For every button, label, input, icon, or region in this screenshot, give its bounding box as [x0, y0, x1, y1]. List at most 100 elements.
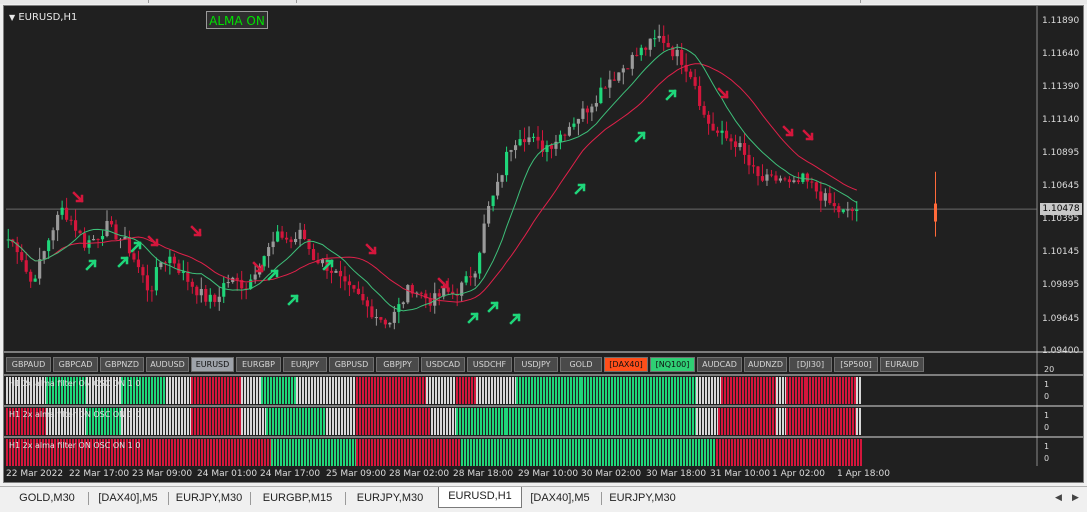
chart-tab[interactable]: GOLD,M30 — [8, 489, 86, 507]
symbol-button-nq100[interactable]: [NQ100] — [650, 357, 695, 372]
candle-body — [482, 223, 486, 253]
indicator-bar — [593, 439, 595, 466]
indicator-bar — [200, 377, 202, 404]
indicator-bar — [635, 439, 637, 466]
candle-body — [213, 294, 217, 302]
symbol-button-usdjpy[interactable]: USDJPY — [514, 357, 558, 372]
chart-tab[interactable]: [DAX40],M5 — [90, 489, 166, 507]
indicator-bar — [256, 408, 258, 435]
candle-body — [707, 114, 711, 124]
symbol-button-audcad[interactable]: AUDCAD — [697, 357, 742, 372]
indicator-bar — [761, 439, 763, 466]
alma-toggle-button[interactable]: ALMA ON — [206, 11, 268, 29]
indicator-bar — [353, 377, 355, 404]
candle-body — [136, 259, 141, 268]
strip-tick — [148, 0, 149, 3]
indicator-bar — [413, 377, 415, 404]
tab-scroll-left-icon[interactable]: ◀ — [1055, 493, 1062, 503]
indicator-bar — [416, 408, 418, 435]
indicator-bar — [846, 408, 848, 435]
chart-window[interactable]: ▼ EURUSD,H1 ALMA ON 1.11890 1.11640 1.1139… — [3, 5, 1084, 483]
indicator-bar — [593, 408, 595, 435]
indicator-bar — [215, 408, 217, 435]
indicator-bar — [569, 439, 571, 466]
indicator-bar — [244, 377, 246, 404]
indicator-bar — [752, 439, 754, 466]
price-tick-label: 1.11390 — [1042, 82, 1080, 93]
symbol-button-eurusd[interactable]: EURUSD — [191, 357, 234, 372]
dropdown-triangle-icon[interactable]: ▼ — [9, 13, 15, 22]
indicator-bar — [296, 408, 298, 435]
symbol-button-gbpcad[interactable]: GBPCAD — [53, 357, 98, 372]
indicator-bar — [276, 377, 278, 404]
indicator-bar — [310, 439, 312, 466]
indicator-bar — [674, 439, 676, 466]
indicator-bar — [647, 439, 649, 466]
symbol-button-sp500[interactable]: [SP500] — [834, 357, 878, 372]
symbol-button-audnzd[interactable]: AUDNZD — [744, 357, 787, 372]
indicator-bar — [392, 377, 394, 404]
indicator-bar — [422, 377, 424, 404]
indicator-scale-top: 1 — [1044, 380, 1050, 389]
indicator-bar — [578, 439, 580, 466]
chart-tab[interactable]: [DAX40],M5 — [521, 489, 599, 507]
chart-tab[interactable]: EURJPY,M30 — [170, 489, 248, 507]
indicator-bar — [497, 439, 499, 466]
indicator-bar — [671, 439, 673, 466]
indicator-bar — [626, 408, 628, 435]
indicator-bar — [241, 408, 243, 435]
indicator-bar — [692, 377, 694, 404]
candle-body — [733, 141, 738, 148]
indicator-bar — [696, 408, 698, 435]
indicator-bar — [272, 408, 274, 435]
symbol-button-gbpnzd[interactable]: GBPNZD — [100, 357, 144, 372]
indicator-bar — [488, 377, 490, 404]
symbol-button-gbpusd[interactable]: GBPUSD — [329, 357, 374, 372]
chart-tab[interactable]: EURUSD,H1 — [438, 487, 522, 508]
symbol-button-gbpaud[interactable]: GBPAUD — [6, 357, 51, 372]
indicator-bar — [540, 377, 542, 404]
indicator-bar — [546, 377, 548, 404]
indicator-bar — [413, 439, 415, 466]
time-tick-label: 25 Mar 09:00 — [326, 469, 387, 479]
chart-tab[interactable]: EURJPY,M30 — [603, 489, 682, 507]
indicator-bar — [755, 439, 757, 466]
candle-body — [392, 311, 396, 323]
symbol-button-usdchf[interactable]: USDCHF — [467, 357, 512, 372]
indicator-bar — [395, 439, 397, 466]
symbol-title[interactable]: ▼ EURUSD,H1 — [9, 12, 77, 23]
chart-tab[interactable]: EURJPY,M30 — [347, 489, 433, 507]
symbol-button-gold[interactable]: GOLD — [560, 357, 602, 372]
candle-body — [837, 206, 841, 213]
indicator-bar — [438, 377, 440, 404]
indicator-bar — [401, 408, 403, 435]
indicator-bar — [285, 377, 287, 404]
indicator-bar — [247, 408, 249, 435]
candle-body — [159, 262, 163, 268]
symbol-button-audusd[interactable]: AUDUSD — [146, 357, 189, 372]
candle-body — [293, 238, 298, 243]
indicator-bar — [362, 408, 364, 435]
candle-body — [401, 302, 405, 305]
symbol-button-gbpjpy[interactable]: GBPJPY — [376, 357, 419, 372]
candle-body — [473, 273, 477, 278]
indicator-bar — [329, 408, 331, 435]
indicator-bar — [842, 439, 844, 466]
symbol-button-dax40[interactable]: [DAX40] — [604, 357, 648, 372]
symbol-button-euraud[interactable]: EURAUD — [880, 357, 924, 372]
indicator-bar — [252, 439, 254, 466]
symbol-button-eurjpy[interactable]: EURJPY — [283, 357, 327, 372]
candle-body — [24, 260, 28, 272]
indicator-bar — [282, 377, 284, 404]
indicator-bar — [560, 439, 562, 466]
chart-tab[interactable]: EURGBP,M15 — [252, 489, 343, 507]
indicator-bar — [197, 377, 199, 404]
indicator-bar — [292, 439, 294, 466]
tab-scroll-right-icon[interactable]: ▶ — [1072, 493, 1079, 503]
indicator-bar — [677, 439, 679, 466]
symbol-button-usdcad[interactable]: USDCAD — [421, 357, 465, 372]
symbol-button-dji30[interactable]: [DJI30] — [789, 357, 832, 372]
indicator-bar — [480, 408, 482, 435]
indicator-bar — [473, 439, 475, 466]
symbol-button-eurgbp[interactable]: EURGBP — [236, 357, 281, 372]
